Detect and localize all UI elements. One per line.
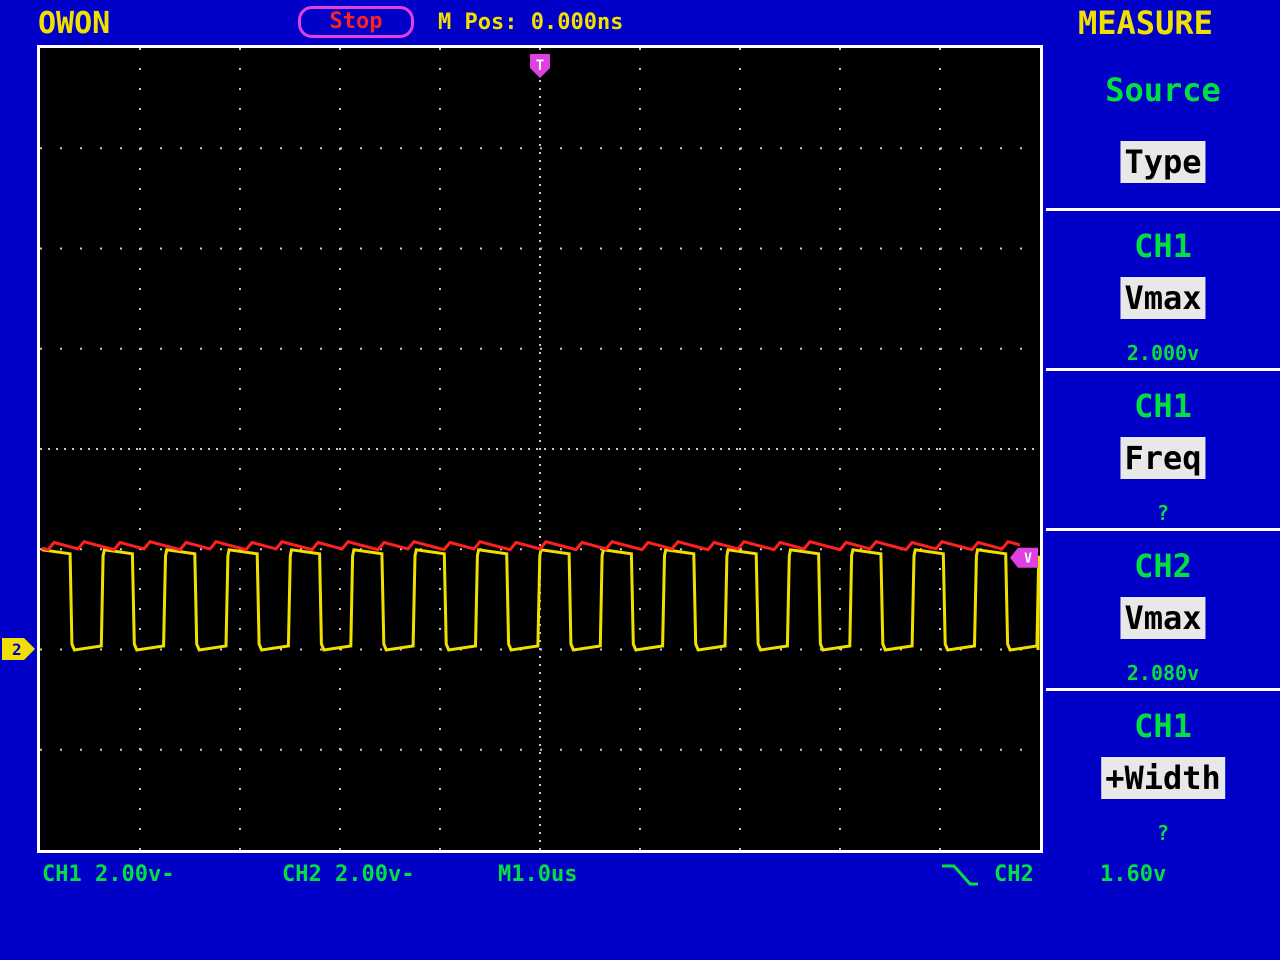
menu-item-1[interactable]: CH1 Vmax 2.000v — [1046, 208, 1280, 370]
measure-type-button[interactable]: +Width — [1101, 757, 1225, 799]
waveform-plot: TV — [40, 48, 1040, 850]
menu-title: MEASURE — [1078, 4, 1213, 42]
menu-source-panel[interactable]: Source Type — [1046, 45, 1280, 210]
timebase-readout: M1.0us — [498, 862, 578, 887]
measure-value: ? — [1156, 821, 1170, 845]
menu-item-channel: CH1 — [1134, 387, 1192, 425]
measure-value: 2.000v — [1126, 341, 1200, 365]
menu-item-channel: CH1 — [1134, 707, 1192, 745]
ch2-trace — [41, 540, 1021, 552]
menu-item-3[interactable]: CH2 Vmax 2.080v — [1046, 528, 1280, 690]
measure-type-button[interactable]: Freq — [1120, 437, 1206, 479]
measure-type-button[interactable]: Vmax — [1120, 597, 1206, 639]
measure-type-button[interactable]: Vmax — [1120, 277, 1206, 319]
source-label: Source — [1105, 71, 1221, 109]
ch2-scale-readout: CH2 2.00v- — [282, 862, 415, 887]
horizontal-position-readout: M Pos: 0.000ns — [438, 10, 624, 35]
type-button[interactable]: Type — [1120, 141, 1206, 183]
graticule — [40, 48, 1040, 850]
channel-2-marker: 2 — [2, 638, 35, 660]
trigger-level-marker-label: V — [1024, 552, 1032, 567]
measure-value: ? — [1156, 501, 1170, 525]
run-stop-indicator[interactable]: Stop — [298, 6, 414, 38]
menu-item-2[interactable]: CH1 Freq ? — [1046, 368, 1280, 530]
trigger-source-readout: CH2 — [994, 862, 1034, 887]
waveform-display: TV — [37, 45, 1043, 853]
measure-value: 2.080v — [1126, 661, 1200, 685]
menu-item-4[interactable]: CH1 +Width ? — [1046, 688, 1280, 853]
ch1-trace — [41, 548, 1040, 652]
trigger-position-marker-label: T — [536, 58, 544, 74]
falling-edge-trigger-icon — [942, 864, 978, 886]
trigger-level-readout: 1.60v — [1100, 862, 1167, 887]
ch1-scale-readout: CH1 2.00v- — [42, 862, 175, 887]
channel-2-marker-label: 2 — [12, 640, 22, 659]
brand-logo: OWON — [38, 6, 111, 41]
menu-item-channel: CH2 — [1134, 547, 1192, 585]
menu-item-channel: CH1 — [1134, 227, 1192, 265]
